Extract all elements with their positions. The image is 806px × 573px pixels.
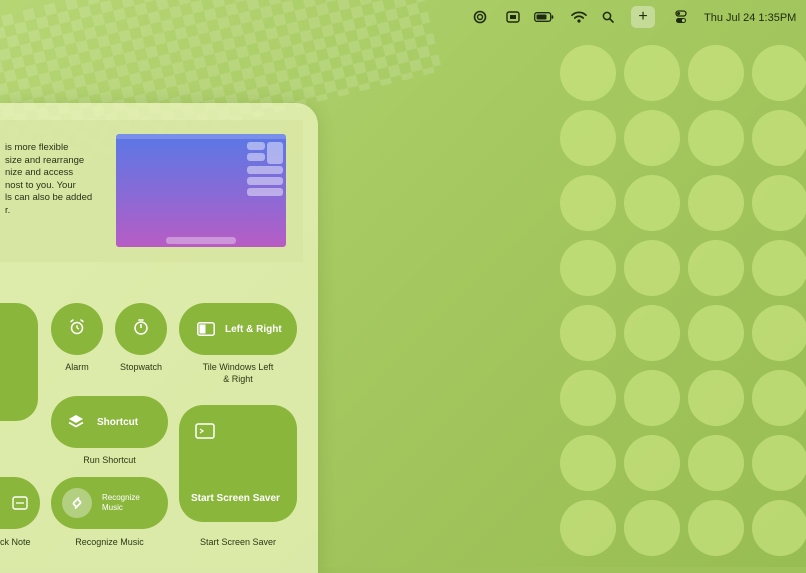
banner-line: is more flexible (5, 142, 69, 153)
controls-settings-panel: is more flexible size and rearrange nize… (0, 103, 318, 573)
banner-line: nize and access (5, 167, 74, 178)
display-icon[interactable] (505, 9, 521, 25)
alarm-icon (68, 318, 86, 341)
stopwatch-icon (132, 318, 150, 341)
alarm-button[interactable] (51, 303, 103, 355)
search-icon[interactable] (601, 9, 615, 25)
banner-line: size and rearrange (5, 154, 85, 166)
add-icon[interactable]: + (631, 6, 655, 28)
tile-left-right-button[interactable]: Left & Right (179, 303, 297, 355)
banner-line: ls can also be added (5, 192, 93, 203)
shazam-icon (62, 488, 92, 518)
recognize-button-text: Recognize Music (102, 493, 140, 513)
wallpaper-dot-grid (560, 45, 806, 556)
recognize-caption: Recognize Music (75, 537, 144, 547)
banner-description: is more flexible size and rearrange nize… (5, 142, 105, 217)
screen-saver-icon (195, 423, 215, 439)
wifi-icon[interactable] (570, 9, 588, 25)
tile-caption: Tile Windows Left & Right (181, 362, 295, 385)
shortcut-button[interactable]: Shortcut (51, 396, 168, 448)
banner-line: r. (5, 204, 11, 216)
battery-icon[interactable] (533, 9, 555, 25)
stopwatch-button[interactable] (115, 303, 167, 355)
creative-cloud-icon[interactable] (472, 9, 488, 25)
screen-saver-button-label: Start Screen Saver (191, 493, 280, 504)
info-banner: is more flexible size and rearrange nize… (0, 120, 303, 262)
menu-bar: + Thu Jul 24 1:35PM (0, 0, 806, 34)
recognize-button-line: Music (102, 503, 123, 512)
alarm-label: Alarm (65, 362, 89, 372)
recognize-music-button[interactable]: Recognize Music (51, 477, 168, 529)
quick-note-icon (12, 496, 28, 510)
shortcuts-icon (67, 413, 85, 431)
screen-saver-caption: Start Screen Saver (199, 537, 277, 547)
tile-windows-icon (197, 322, 215, 336)
quick-note-button[interactable] (0, 477, 40, 529)
tile-button-label: Left & Right (225, 323, 282, 335)
banner-line: nost to you. Your (5, 179, 76, 191)
desktop-preview-image (116, 134, 286, 247)
shortcut-button-label: Shortcut (97, 416, 139, 428)
tile-caption-line: & Right (223, 373, 253, 384)
recognize-button-line: Recognize (102, 493, 140, 502)
tile-caption-line: Tile Windows Left (202, 362, 274, 372)
stopwatch-label: Stopwatch (119, 362, 163, 372)
quick-note-caption: ck Note (0, 537, 31, 547)
add-label: + (638, 8, 648, 25)
menu-bar-clock[interactable]: Thu Jul 24 1:35PM (704, 10, 796, 26)
start-screen-saver-button[interactable]: Start Screen Saver (179, 405, 297, 522)
partial-control-tile[interactable] (0, 303, 38, 421)
control-center-icon[interactable] (674, 9, 688, 25)
shortcut-caption: Run Shortcut (83, 455, 136, 465)
